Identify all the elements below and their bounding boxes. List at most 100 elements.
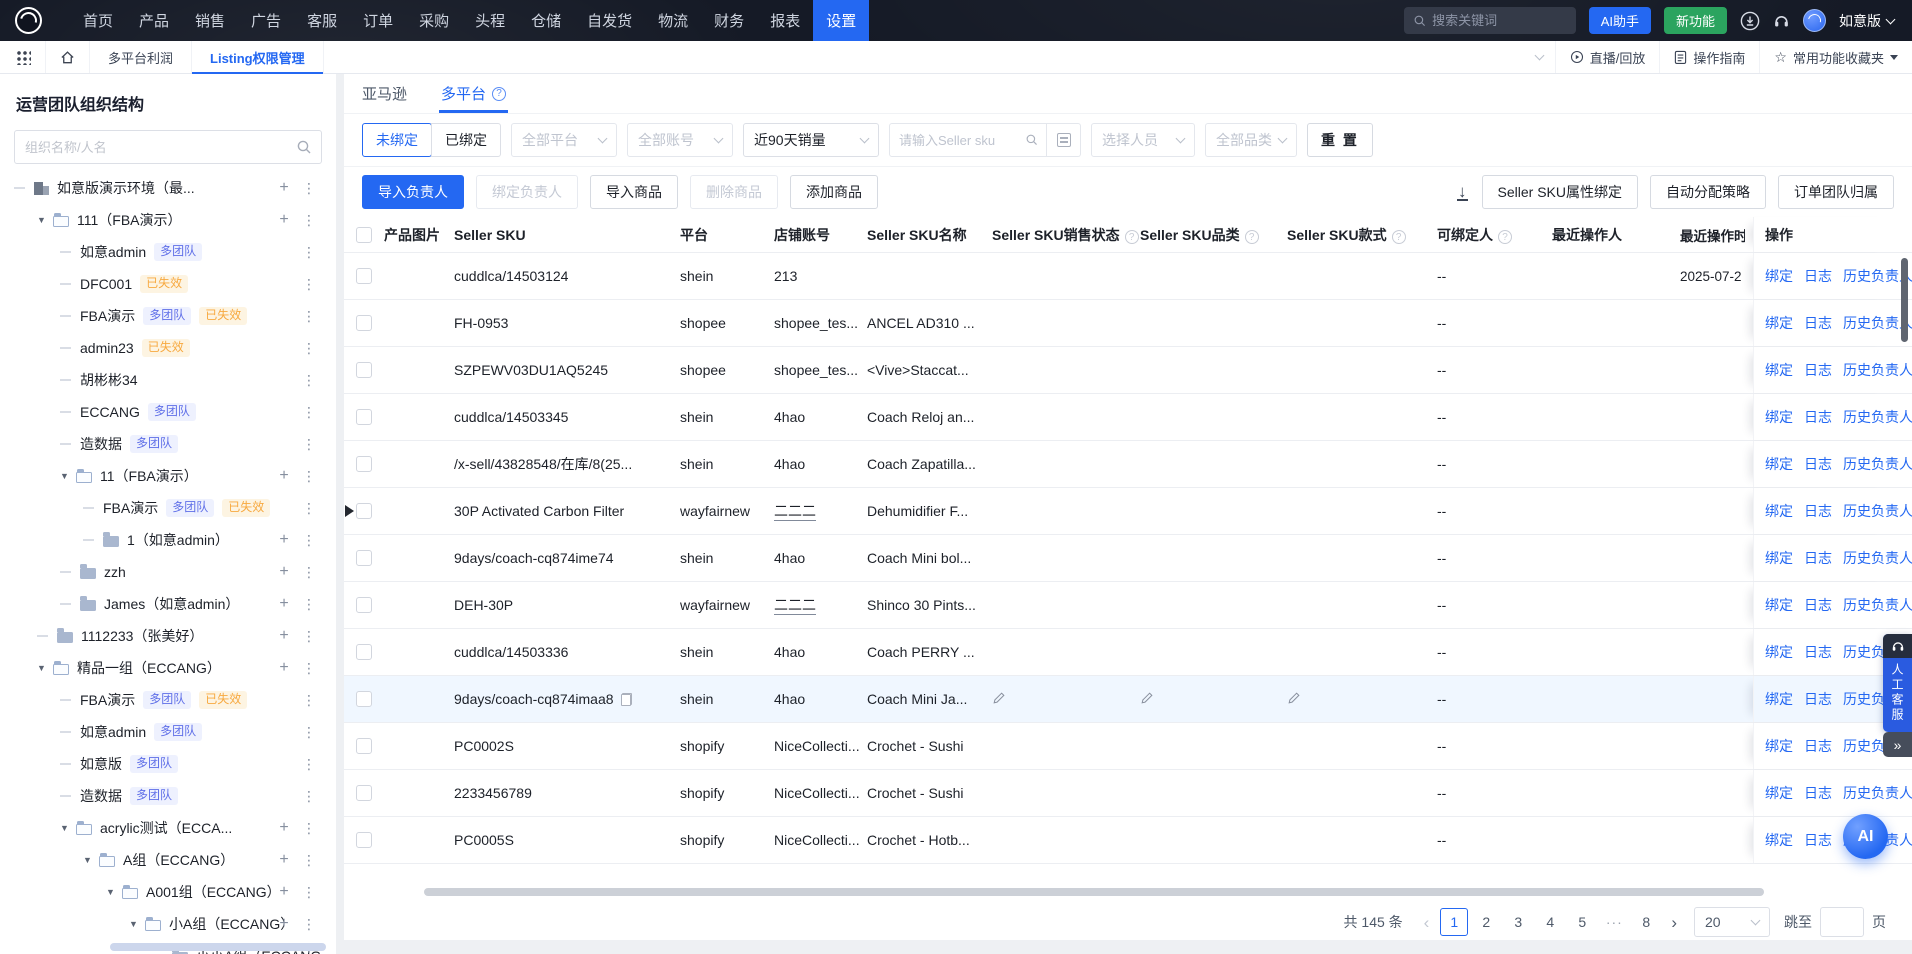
- download-center-icon[interactable]: [1740, 11, 1760, 31]
- tree-expand-arrow-icon[interactable]: ▼: [37, 663, 53, 673]
- node-more-menu[interactable]: ⋮: [302, 244, 316, 261]
- global-search-input[interactable]: [1432, 13, 1566, 28]
- action-button[interactable]: 导入商品: [590, 175, 678, 209]
- main-menu-item[interactable]: 首页: [70, 0, 126, 41]
- node-more-menu[interactable]: ⋮: [302, 180, 316, 197]
- action-button[interactable]: 添加商品: [790, 175, 878, 209]
- row-checkbox[interactable]: [356, 738, 372, 754]
- horizontal-scrollbar-thumb[interactable]: [424, 888, 1764, 896]
- node-more-menu[interactable]: ⋮: [302, 276, 316, 293]
- bind-link[interactable]: 绑定: [1765, 407, 1793, 427]
- main-menu-item[interactable]: 销售: [182, 0, 238, 41]
- platform-select[interactable]: 全部平台: [511, 123, 617, 157]
- action-button[interactable]: 绑定负责人: [476, 175, 578, 209]
- org-tree-node[interactable]: 造数据 多团队 ⋮: [0, 428, 336, 460]
- history-owner-link[interactable]: 历史负责人: [1843, 548, 1912, 568]
- row-checkbox[interactable]: [356, 785, 372, 801]
- log-link[interactable]: 日志: [1804, 266, 1832, 286]
- action-button[interactable]: 删除商品: [690, 175, 778, 209]
- favorites-menu[interactable]: ☆ 常用功能收藏夹: [1759, 41, 1912, 73]
- bind-link[interactable]: 绑定: [1765, 360, 1793, 380]
- add-node-button[interactable]: +: [276, 467, 292, 485]
- history-owner-link[interactable]: 历史负责人: [1843, 454, 1912, 474]
- headset-support-icon[interactable]: [1773, 12, 1790, 29]
- bind-state-button[interactable]: 已绑定: [431, 123, 501, 157]
- node-more-menu[interactable]: ⋮: [302, 468, 316, 485]
- add-node-button[interactable]: +: [276, 563, 292, 581]
- row-checkbox[interactable]: [356, 550, 372, 566]
- org-tree-node[interactable]: zzh + ⋮: [0, 556, 336, 588]
- bind-link[interactable]: 绑定: [1765, 783, 1793, 803]
- history-owner-link[interactable]: 历史负责人: [1843, 407, 1912, 427]
- main-menu-item[interactable]: 客服: [294, 0, 350, 41]
- copy-icon[interactable]: [621, 693, 632, 706]
- live-replay-button[interactable]: 直播/回放: [1555, 41, 1660, 73]
- org-tree-node[interactable]: 如意版 多团队 ⋮: [0, 748, 336, 780]
- category-select[interactable]: 全部品类: [1205, 123, 1297, 157]
- node-more-menu[interactable]: ⋮: [302, 660, 316, 677]
- log-link[interactable]: 日志: [1804, 736, 1832, 756]
- customer-service-tab[interactable]: 人工客服: [1883, 634, 1912, 732]
- node-more-menu[interactable]: ⋮: [302, 756, 316, 773]
- row-checkbox[interactable]: [356, 503, 372, 519]
- help-icon[interactable]: [1498, 230, 1512, 244]
- bind-state-button[interactable]: 未绑定: [362, 123, 432, 157]
- log-link[interactable]: 日志: [1804, 407, 1832, 427]
- log-link[interactable]: 日志: [1804, 595, 1832, 615]
- node-more-menu[interactable]: ⋮: [302, 404, 316, 421]
- org-tree-node[interactable]: ▼ 11（FBA演示） + ⋮: [0, 460, 336, 492]
- org-tree-node[interactable]: FBA演示 多团队 已失效 ⋮: [0, 492, 336, 524]
- org-tree-node[interactable]: FBA演示 多团队 已失效 ⋮: [0, 300, 336, 332]
- home-icon[interactable]: [46, 41, 89, 73]
- user-avatar[interactable]: [1803, 9, 1826, 32]
- main-menu-item[interactable]: 自发货: [574, 0, 645, 41]
- history-owner-link[interactable]: 历史负责人: [1843, 783, 1912, 803]
- node-more-menu[interactable]: ⋮: [302, 916, 316, 933]
- bind-link[interactable]: 绑定: [1765, 830, 1793, 850]
- main-menu-item[interactable]: 财务: [701, 0, 757, 41]
- org-tree-node[interactable]: ▼ acrylic测试（ECCA... + ⋮: [0, 812, 336, 844]
- org-tree-node[interactable]: 造数据 多团队 ⋮: [0, 780, 336, 812]
- page-number-button[interactable]: 1: [1440, 908, 1468, 936]
- node-more-menu[interactable]: ⋮: [302, 564, 316, 581]
- page-number-button[interactable]: 8: [1632, 908, 1660, 936]
- main-menu-item[interactable]: 订单: [350, 0, 406, 41]
- log-link[interactable]: 日志: [1804, 642, 1832, 662]
- collapse-panel-button[interactable]: »: [1883, 732, 1912, 757]
- log-link[interactable]: 日志: [1804, 454, 1832, 474]
- history-owner-link[interactable]: 历史负责人: [1843, 595, 1912, 615]
- add-node-button[interactable]: +: [276, 595, 292, 613]
- node-more-menu[interactable]: ⋮: [302, 628, 316, 645]
- add-node-button[interactable]: +: [276, 627, 292, 645]
- log-link[interactable]: 日志: [1804, 313, 1832, 333]
- edit-pencil-icon[interactable]: [1287, 691, 1301, 705]
- log-link[interactable]: 日志: [1804, 360, 1832, 380]
- add-node-button[interactable]: +: [276, 211, 292, 229]
- user-guide-button[interactable]: 操作指南: [1659, 41, 1759, 73]
- node-more-menu[interactable]: ⋮: [302, 820, 316, 837]
- person-select[interactable]: 选择人员: [1091, 123, 1195, 157]
- row-checkbox[interactable]: [356, 691, 372, 707]
- node-more-menu[interactable]: ⋮: [302, 788, 316, 805]
- node-more-menu[interactable]: ⋮: [302, 884, 316, 901]
- main-menu-item[interactable]: 采购: [406, 0, 462, 41]
- log-link[interactable]: 日志: [1804, 689, 1832, 709]
- bind-link[interactable]: 绑定: [1765, 736, 1793, 756]
- page-number-button[interactable]: 5: [1568, 908, 1596, 936]
- bind-link[interactable]: 绑定: [1765, 501, 1793, 521]
- bind-link[interactable]: 绑定: [1765, 313, 1793, 333]
- ai-assistant-fab[interactable]: AI: [1843, 814, 1888, 859]
- node-more-menu[interactable]: ⋮: [302, 596, 316, 613]
- workspace-tab[interactable]: Listing权限管理: [192, 41, 324, 73]
- bind-link[interactable]: 绑定: [1765, 595, 1793, 615]
- tree-expand-arrow-icon[interactable]: ▼: [129, 919, 145, 929]
- add-node-button[interactable]: +: [276, 179, 292, 197]
- org-tree-node[interactable]: 1（如意admin） + ⋮: [0, 524, 336, 556]
- add-node-button[interactable]: +: [276, 819, 292, 837]
- org-tree-node[interactable]: ▼ A组（ECCANG） + ⋮: [0, 844, 336, 876]
- node-more-menu[interactable]: ⋮: [302, 692, 316, 709]
- org-tree-node[interactable]: James（如意admin） + ⋮: [0, 588, 336, 620]
- org-tree-node[interactable]: ECCANG 多团队 ⋮: [0, 396, 336, 428]
- add-node-button[interactable]: +: [276, 531, 292, 549]
- edit-pencil-icon[interactable]: [992, 691, 1006, 705]
